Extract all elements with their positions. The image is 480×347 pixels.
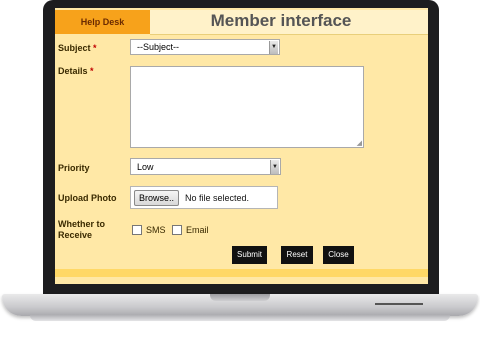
footer-strip: [55, 269, 428, 277]
chevron-down-icon[interactable]: ▼: [270, 160, 279, 174]
details-textarea[interactable]: ◢: [130, 66, 364, 148]
subject-label-text: Subject: [58, 43, 91, 53]
sms-checkbox[interactable]: [132, 225, 142, 235]
email-checkbox[interactable]: [172, 225, 182, 235]
required-mark: *: [90, 66, 94, 76]
priority-select[interactable]: Low ▼: [130, 158, 281, 175]
reset-button[interactable]: Reset: [281, 246, 313, 264]
receive-label: Whether to Receive: [58, 219, 105, 241]
file-upload-field: Browse.. No file selected.: [130, 186, 278, 209]
details-label: Details *: [58, 66, 94, 76]
upload-photo-label: Upload Photo: [58, 193, 117, 203]
laptop-slot: [375, 303, 423, 305]
help-desk-tab[interactable]: Help Desk: [55, 10, 150, 34]
priority-select-value: Low: [137, 162, 154, 172]
close-button[interactable]: Close: [323, 246, 354, 264]
priority-label: Priority: [58, 163, 90, 173]
subject-label: Subject *: [58, 43, 97, 53]
laptop-hinge-notch: [210, 294, 270, 301]
receive-label-line2: Receive: [58, 230, 93, 240]
chevron-down-icon[interactable]: ▼: [269, 41, 278, 54]
required-mark: *: [93, 43, 97, 53]
subject-select[interactable]: --Subject-- ▼: [130, 39, 280, 55]
details-label-text: Details: [58, 66, 88, 76]
screen: Help Desk Member interface Subject * --S…: [55, 8, 428, 284]
sms-option-label[interactable]: SMS: [146, 225, 166, 235]
title-bar: Member interface: [150, 10, 428, 35]
submit-button[interactable]: Submit: [232, 246, 267, 264]
page-title: Member interface: [210, 11, 352, 30]
resize-handle-icon[interactable]: ◢: [357, 139, 362, 147]
subject-select-value: --Subject--: [137, 42, 180, 52]
receive-label-line1: Whether to: [58, 219, 105, 229]
browse-button[interactable]: Browse..: [134, 190, 179, 206]
laptop-base-foot: [30, 315, 450, 321]
email-option-label[interactable]: Email: [186, 225, 209, 235]
file-status-text: No file selected.: [185, 193, 250, 203]
